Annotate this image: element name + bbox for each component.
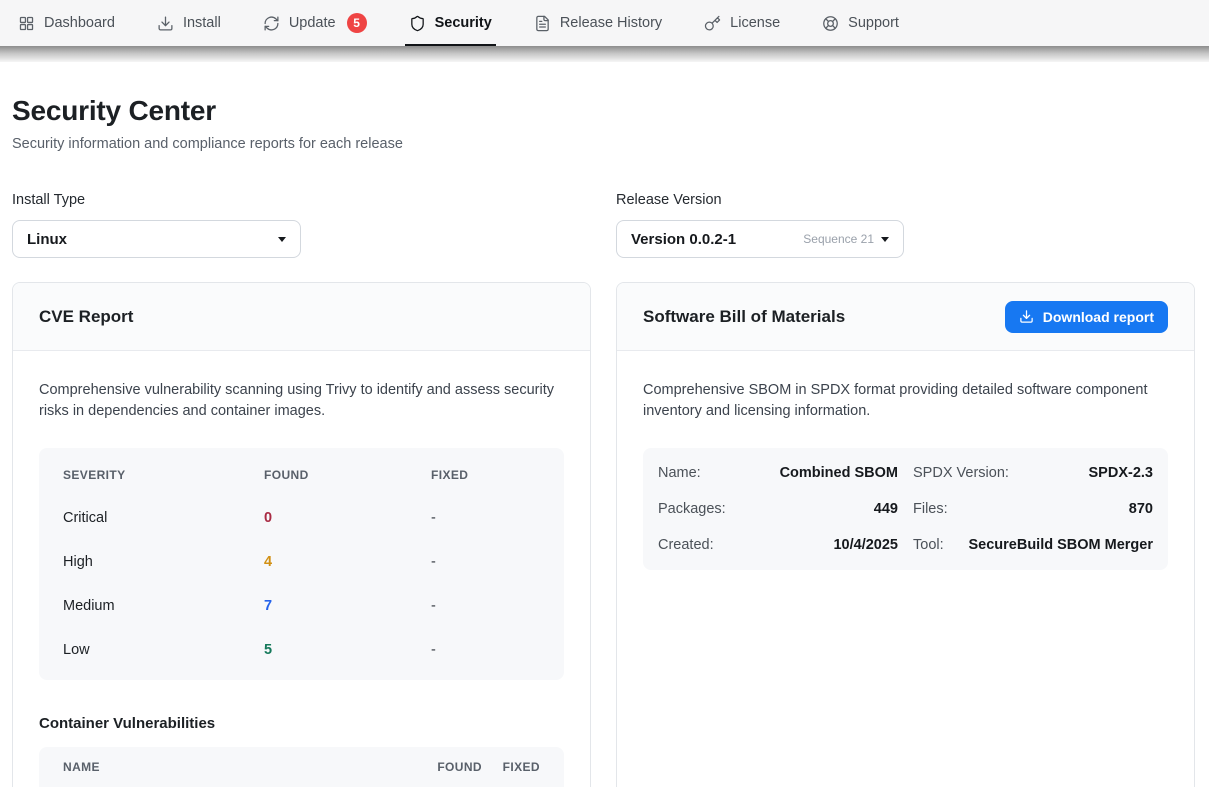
document-icon xyxy=(534,15,551,32)
release-version-select[interactable]: Version 0.0.2-1 Sequence 21 xyxy=(616,220,904,258)
download-icon xyxy=(157,15,174,32)
key-icon xyxy=(704,15,721,32)
detail-label: Name: xyxy=(658,465,701,481)
filters-row: Install Type Linux Release Version Versi… xyxy=(12,192,1195,258)
fixed-column-header: FIXED xyxy=(482,760,540,774)
found-count: 5 xyxy=(264,642,431,658)
sbom-detail-files: Files: 870 xyxy=(913,491,1153,527)
detail-value: 870 xyxy=(1129,501,1153,517)
table-row-high: High 4 - xyxy=(39,540,564,584)
cve-report-title: CVE Report xyxy=(39,307,133,327)
detail-value: 449 xyxy=(874,501,898,517)
update-count-badge: 5 xyxy=(347,13,367,33)
nav-item-license[interactable]: License xyxy=(704,0,780,46)
nav-item-dashboard[interactable]: Dashboard xyxy=(18,0,115,46)
scroll-shadow-divider xyxy=(0,46,1209,62)
fixed-count: - xyxy=(431,642,540,658)
sbom-header: Software Bill of Materials Download repo… xyxy=(617,283,1194,351)
detail-value: SPDX-2.3 xyxy=(1089,465,1153,481)
dashboard-grid-icon xyxy=(18,15,35,32)
severity-table: SEVERITY FOUND FIXED Critical 0 - High 4… xyxy=(39,448,564,680)
install-type-value: Linux xyxy=(27,231,67,248)
refresh-icon xyxy=(263,15,280,32)
sbom-title: Software Bill of Materials xyxy=(643,307,845,327)
found-column-header: FOUND xyxy=(406,760,482,774)
nav-label-update: Update xyxy=(289,15,336,31)
found-count: 0 xyxy=(264,510,431,526)
nav-label-dashboard: Dashboard xyxy=(44,15,115,31)
detail-value: SecureBuild SBOM Merger xyxy=(968,537,1153,553)
detail-value: Combined SBOM xyxy=(780,465,898,481)
release-version-value: Version 0.0.2-1 xyxy=(631,231,736,248)
name-column-header: NAME xyxy=(63,760,406,774)
nav-label-security: Security xyxy=(435,15,492,31)
severity-table-header: SEVERITY FOUND FIXED xyxy=(39,454,564,496)
cve-report-card: CVE Report Comprehensive vulnerability s… xyxy=(12,282,591,787)
chevron-down-icon xyxy=(881,237,889,242)
nav-item-security[interactable]: Security xyxy=(409,0,492,46)
sbom-card: Software Bill of Materials Download repo… xyxy=(616,282,1195,787)
nav-label-install: Install xyxy=(183,15,221,31)
detail-label: SPDX Version: xyxy=(913,465,1009,481)
table-row-critical: Critical 0 - xyxy=(39,496,564,540)
detail-value: 10/4/2025 xyxy=(833,537,898,553)
sbom-detail-created: Created: 10/4/2025 xyxy=(658,527,898,563)
detail-label: Packages: xyxy=(658,501,726,517)
nav-label-license: License xyxy=(730,15,780,31)
fixed-count: - xyxy=(431,598,540,614)
table-row-low: Low 5 - xyxy=(39,628,564,672)
found-column-header: FOUND xyxy=(264,468,431,482)
install-type-label: Install Type xyxy=(12,192,591,208)
detail-label: Created: xyxy=(658,537,714,553)
nav-item-support[interactable]: Support xyxy=(822,0,899,46)
fixed-column-header: FIXED xyxy=(431,468,540,482)
found-count: 7 xyxy=(264,598,431,614)
download-report-label: Download report xyxy=(1043,309,1154,325)
sbom-details-table: Name: Combined SBOM SPDX Version: SPDX-2… xyxy=(643,448,1168,570)
release-version-filter: Release Version Version 0.0.2-1 Sequence… xyxy=(616,192,1195,258)
table-row-medium: Medium 7 - xyxy=(39,584,564,628)
container-vulnerabilities-title: Container Vulnerabilities xyxy=(39,715,564,732)
chevron-down-icon xyxy=(278,237,286,242)
lifebuoy-icon xyxy=(822,15,839,32)
severity-label: Medium xyxy=(63,598,264,614)
detail-label: Files: xyxy=(913,501,948,517)
nav-label-release-history: Release History xyxy=(560,15,662,31)
page-title: Security Center xyxy=(12,95,1195,127)
cve-report-description: Comprehensive vulnerability scanning usi… xyxy=(39,380,564,422)
release-version-label: Release Version xyxy=(616,192,1195,208)
sbom-description: Comprehensive SBOM in SPDX format provid… xyxy=(643,380,1168,422)
shield-icon xyxy=(409,15,426,32)
nav-item-update[interactable]: Update 5 xyxy=(263,0,367,46)
sbom-detail-packages: Packages: 449 xyxy=(658,491,898,527)
found-count: 4 xyxy=(264,554,431,570)
sbom-detail-spdx-version: SPDX Version: SPDX-2.3 xyxy=(913,455,1153,491)
severity-column-header: SEVERITY xyxy=(63,468,264,482)
install-type-filter: Install Type Linux xyxy=(12,192,591,258)
container-vulnerabilities-header: NAME FOUND FIXED xyxy=(39,747,564,787)
cve-report-header: CVE Report xyxy=(13,283,590,351)
install-type-select[interactable]: Linux xyxy=(12,220,301,258)
severity-label: Critical xyxy=(63,510,264,526)
nav-label-support: Support xyxy=(848,15,899,31)
nav-item-release-history[interactable]: Release History xyxy=(534,0,662,46)
download-icon xyxy=(1019,309,1034,324)
page-subtitle: Security information and compliance repo… xyxy=(12,136,1195,152)
fixed-count: - xyxy=(431,510,540,526)
top-navigation: Dashboard Install Update 5 Security Rele… xyxy=(0,0,1209,46)
detail-label: Tool: xyxy=(913,537,944,553)
sbom-detail-tool: Tool: SecureBuild SBOM Merger xyxy=(913,527,1153,563)
severity-label: High xyxy=(63,554,264,570)
download-report-button[interactable]: Download report xyxy=(1005,301,1168,333)
fixed-count: - xyxy=(431,554,540,570)
severity-label: Low xyxy=(63,642,264,658)
sbom-detail-name: Name: Combined SBOM xyxy=(658,455,898,491)
nav-item-install[interactable]: Install xyxy=(157,0,221,46)
sequence-hint: Sequence 21 xyxy=(803,232,874,246)
